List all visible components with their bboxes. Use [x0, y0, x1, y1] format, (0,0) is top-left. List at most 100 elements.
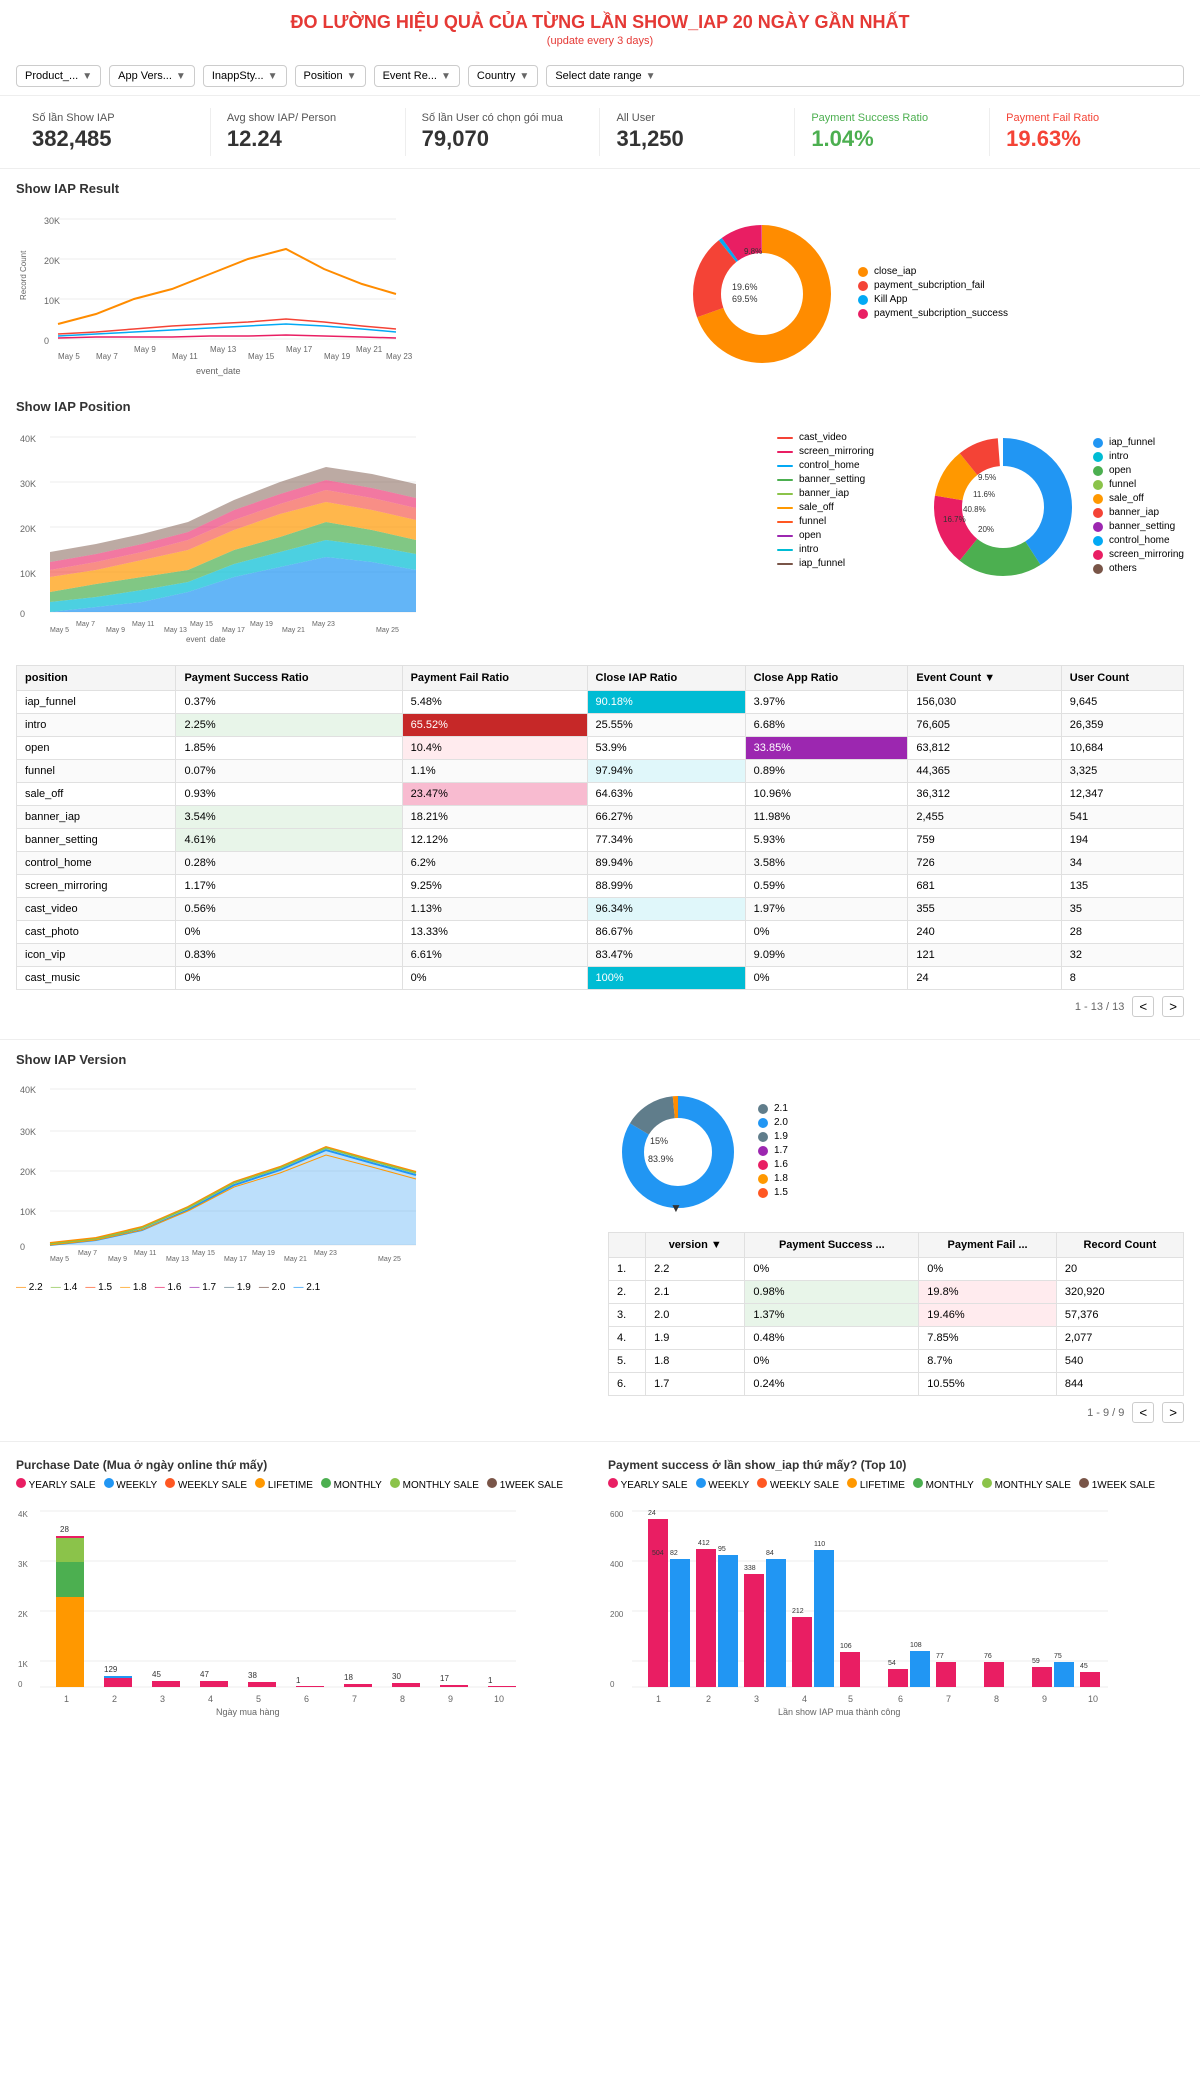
svg-text:May 15: May 15: [192, 1250, 215, 1257]
svg-text:May 7: May 7: [78, 1250, 97, 1257]
svg-text:20K: 20K: [20, 524, 36, 534]
cell-pay-fail: 9.25%: [402, 875, 587, 898]
prev-page-button[interactable]: <: [1132, 996, 1154, 1017]
cell-close-iap: 77.34%: [587, 829, 745, 852]
svg-text:7: 7: [352, 1694, 357, 1704]
cell-num: 1.: [609, 1258, 646, 1281]
svg-text:129: 129: [104, 1665, 118, 1674]
filter-product[interactable]: Product_... ▼: [16, 65, 101, 87]
svg-text:2K: 2K: [18, 1610, 28, 1619]
col-v-record: Record Count: [1056, 1233, 1183, 1258]
show-iap-result-section: Show IAP Result 30K 20K 10K 0: [0, 169, 1200, 399]
bar-2-yearly: [104, 1678, 132, 1687]
cell-user-count: 35: [1061, 898, 1183, 921]
svg-text:May 7: May 7: [76, 621, 95, 628]
svg-text:10K: 10K: [20, 569, 36, 579]
svg-text:May 9: May 9: [134, 345, 156, 354]
cell-pay-fail: 18.21%: [402, 806, 587, 829]
legend-kill-app: Kill App: [858, 294, 1008, 305]
cell-version: 1.9: [646, 1327, 745, 1350]
svg-text:May 11: May 11: [172, 352, 198, 361]
svg-text:4: 4: [802, 1694, 807, 1704]
svg-text:May 15: May 15: [190, 621, 213, 628]
cell-user-count: 26,359: [1061, 714, 1183, 737]
svg-text:event_date: event_date: [196, 366, 241, 376]
cell-pay-success: 3.54%: [176, 806, 402, 829]
svg-text:event_date: event_date: [186, 635, 226, 642]
filter-inappstyle[interactable]: InappSty... ▼: [203, 65, 287, 87]
svg-text:9.8%: 9.8%: [744, 247, 762, 256]
version-donut-legend: 2.1 2.0 1.9 1.7 1.6 1.8 1.5: [758, 1103, 788, 1201]
position-table-pagination: 1 - 13 / 13 < >: [16, 990, 1184, 1023]
svg-text:8: 8: [400, 1694, 405, 1704]
svg-text:0: 0: [18, 1680, 23, 1689]
section-divider: [0, 1039, 1200, 1040]
svg-text:54: 54: [888, 1660, 896, 1667]
filter-position[interactable]: Position ▼: [295, 65, 366, 87]
filter-appver[interactable]: App Vers... ▼: [109, 65, 195, 87]
version-legend: — 2.2 — 1.4 — 1.5 — 1.8 — 1.6 — 1.7 — 1.…: [16, 1282, 592, 1293]
svg-text:75: 75: [1054, 1653, 1062, 1660]
col-event-count[interactable]: Event Count ▼: [908, 666, 1061, 691]
chevron-down-icon: ▼: [82, 71, 92, 82]
svg-text:8: 8: [994, 1694, 999, 1704]
bar-5: [248, 1682, 276, 1687]
cell-close-app: 0.89%: [745, 760, 908, 783]
cell-close-app: 11.98%: [745, 806, 908, 829]
version-table: version ▼ Payment Success ... Payment Fa…: [608, 1232, 1184, 1396]
col-v-pay-success: Payment Success ...: [745, 1233, 919, 1258]
cell-v-fail: 19.8%: [919, 1281, 1057, 1304]
cell-v-success: 0%: [745, 1258, 919, 1281]
cell-v-success: 0%: [745, 1350, 919, 1373]
chevron-down-icon: ▼: [268, 71, 278, 82]
svg-text:May 15: May 15: [248, 352, 275, 361]
svg-text:May 23: May 23: [312, 621, 335, 628]
col-position: position: [17, 666, 176, 691]
table-row: cast_music 0% 0% 100% 0% 24 8: [17, 967, 1184, 990]
col-num: [609, 1233, 646, 1258]
cell-v-fail: 7.85%: [919, 1327, 1057, 1350]
bar-1-lifetime: [56, 1597, 84, 1687]
cell-position: cast_video: [17, 898, 176, 921]
svg-text:2: 2: [112, 1694, 117, 1704]
svg-text:38: 38: [248, 1671, 257, 1680]
cell-event-count: 681: [908, 875, 1061, 898]
version-prev-button[interactable]: <: [1132, 1402, 1154, 1423]
cell-num: 5.: [609, 1350, 646, 1373]
table-row: intro 2.25% 65.52% 25.55% 6.68% 76,605 2…: [17, 714, 1184, 737]
bottom-charts-section: Purchase Date (Mua ở ngày online thứ mấy…: [0, 1446, 1200, 1732]
cell-user-count: 541: [1061, 806, 1183, 829]
cell-close-iap: 89.94%: [587, 852, 745, 875]
svg-text:May 21: May 21: [282, 627, 305, 634]
version-pagination: 1 - 9 / 9 < >: [608, 1396, 1184, 1429]
filter-country[interactable]: Country ▼: [468, 65, 538, 87]
show-iap-result-linechart: 30K 20K 10K 0 May 5 May 7: [16, 204, 666, 387]
cell-pay-fail: 23.47%: [402, 783, 587, 806]
metric-all-user: All User 31,250: [600, 108, 795, 156]
cell-close-iap: 66.27%: [587, 806, 745, 829]
bar-4: [200, 1681, 228, 1687]
svg-text:May 7: May 7: [96, 352, 118, 361]
metric-user-select: Số lần User có chọn gói mua 79,070: [406, 108, 601, 156]
cell-v-fail: 19.46%: [919, 1304, 1057, 1327]
filter-daterange[interactable]: Select date range ▼: [546, 65, 1184, 87]
svg-text:110: 110: [814, 1541, 825, 1548]
svg-text:400: 400: [610, 1560, 624, 1569]
svg-text:17: 17: [440, 1674, 449, 1683]
filter-event[interactable]: Event Re... ▼: [374, 65, 460, 87]
position-donut-legend: iap_funnel intro open funnel sale_off ba…: [1093, 437, 1184, 577]
version-next-button[interactable]: >: [1162, 1402, 1184, 1423]
cell-user-count: 10,684: [1061, 737, 1183, 760]
cell-close-app: 3.97%: [745, 691, 908, 714]
col-version[interactable]: version ▼: [646, 1233, 745, 1258]
cell-num: 4.: [609, 1327, 646, 1350]
cell-event-count: 63,812: [908, 737, 1061, 760]
purchase-legend: YEARLY SALE WEEKLY WEEKLY SALE LIFETIME …: [16, 1478, 592, 1491]
svg-text:10K: 10K: [44, 296, 60, 306]
svg-text:May 19: May 19: [252, 1250, 275, 1257]
svg-text:40.8%: 40.8%: [963, 505, 986, 514]
cell-event-count: 759: [908, 829, 1061, 852]
svg-text:5: 5: [848, 1694, 853, 1704]
svg-text:1: 1: [656, 1694, 661, 1704]
next-page-button[interactable]: >: [1162, 996, 1184, 1017]
